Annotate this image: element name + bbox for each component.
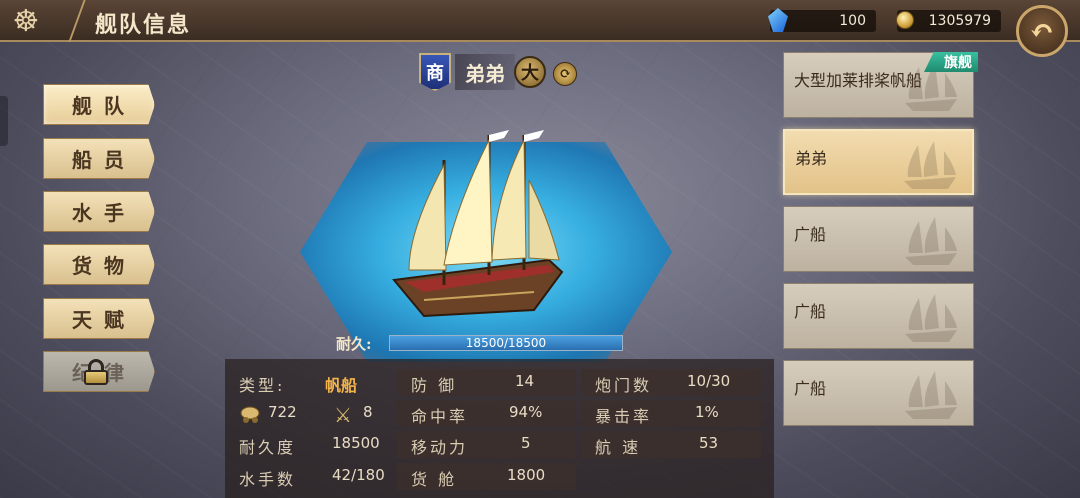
ship-silhouette-icon	[905, 294, 957, 342]
stat-type-label: 类型:	[239, 376, 286, 395]
stat-mobility-label: 移动力	[411, 438, 469, 457]
nav-sailors-button[interactable]: 水手	[43, 191, 155, 232]
page-title: 舰队信息	[95, 12, 192, 38]
gold-coin-icon	[896, 11, 914, 29]
stat-sailors: 水手数 42/180	[225, 463, 395, 490]
nav-talent-button[interactable]: 天赋	[43, 298, 155, 339]
stat-speed-label: 航 速	[595, 438, 642, 457]
stat-accuracy-label: 命中率	[411, 407, 469, 426]
stat-type: 类型: 帆船	[225, 369, 395, 396]
durability-bar: 18500/18500	[389, 335, 623, 351]
fleet-ship-card[interactable]: 广船	[783, 206, 974, 272]
ship-silhouette-icon	[904, 141, 956, 189]
swap-ship-icon[interactable]: ⟳	[553, 62, 577, 86]
back-button[interactable]: ↶	[1016, 5, 1068, 57]
ship-silhouette-icon	[905, 217, 957, 265]
nav-cargo-button[interactable]: 货物	[43, 244, 155, 285]
durability-text: 18500/18500	[465, 336, 547, 350]
fleet-ship-card[interactable]: 广船	[783, 283, 974, 349]
sailing-ship-model[interactable]	[384, 120, 574, 320]
top-bar: ☸ 舰队信息 100 1305979	[0, 0, 1080, 42]
fleet-ship-name: 广船	[794, 225, 827, 244]
stat-cannon-value: 722	[268, 403, 297, 421]
back-arrow-icon: ↶	[1029, 13, 1055, 49]
stat-durability: 耐久度 18500	[225, 431, 395, 458]
stat-type-value: 帆船	[325, 376, 358, 395]
nav-fleet-button[interactable]: 舰队	[43, 84, 155, 125]
stat-accuracy-value: 94%	[509, 403, 543, 421]
durability-label: 耐久:	[336, 335, 372, 353]
stat-crew-value: 8	[363, 403, 373, 421]
ship-wheel-icon[interactable]: ☸	[4, 2, 48, 40]
crossed-swords-icon: ⚔	[334, 403, 352, 427]
stat-sailors-label: 水手数	[239, 470, 297, 489]
stat-defense: 防 御 14	[397, 369, 576, 396]
stat-gunports: 炮门数 10/30	[581, 369, 761, 396]
stat-crit-value: 1%	[695, 403, 719, 421]
stat-accuracy: 命中率 94%	[397, 400, 576, 427]
stat-speed-value: 53	[699, 434, 719, 452]
stat-crit-label: 暴击率	[595, 407, 653, 426]
ship-silhouette-icon	[905, 371, 957, 419]
trade-type-badge: 商	[419, 53, 451, 91]
nav-officers-button[interactable]: 船员	[43, 138, 155, 179]
stat-gunports-label: 炮门数	[595, 376, 653, 395]
stat-sailors-value: 42/180	[332, 466, 385, 484]
stat-durability-value: 18500	[332, 434, 380, 452]
lock-icon	[84, 359, 108, 385]
cannon-icon	[240, 406, 260, 423]
fleet-ship-card[interactable]: 弟弟	[783, 129, 974, 195]
fleet-ship-card[interactable]: 广船	[783, 360, 974, 426]
ship-size-badge: 大	[514, 56, 546, 88]
stat-defense-label: 防 御	[411, 376, 458, 395]
stat-defense-value: 14	[515, 372, 535, 390]
stat-speed: 航 速 53	[581, 431, 761, 458]
stat-cargo: 货 舱 1800	[397, 463, 576, 490]
stat-cargo-value: 1800	[507, 466, 546, 484]
ship-name: 弟弟	[455, 54, 515, 90]
stat-cargo-label: 货 舱	[411, 470, 458, 489]
fleet-ship-name: 广船	[794, 379, 827, 398]
stat-gunports-value: 10/30	[687, 372, 731, 390]
stat-durability-label: 耐久度	[239, 438, 297, 457]
fleet-ship-name: 弟弟	[795, 149, 828, 168]
side-drawer-handle[interactable]	[0, 96, 8, 146]
ship-stats-panel: 类型: 帆船 722 ⚔ 8 耐久度 18500 水手数 42/180 防 御 …	[225, 359, 774, 498]
stat-crit: 暴击率 1%	[581, 400, 761, 427]
stat-cannon-crew: 722 ⚔ 8	[225, 400, 395, 427]
stat-mobility: 移动力 5	[397, 431, 576, 458]
title-divider	[44, 0, 86, 42]
fleet-ship-name: 广船	[794, 302, 827, 321]
stat-mobility-value: 5	[521, 434, 531, 452]
